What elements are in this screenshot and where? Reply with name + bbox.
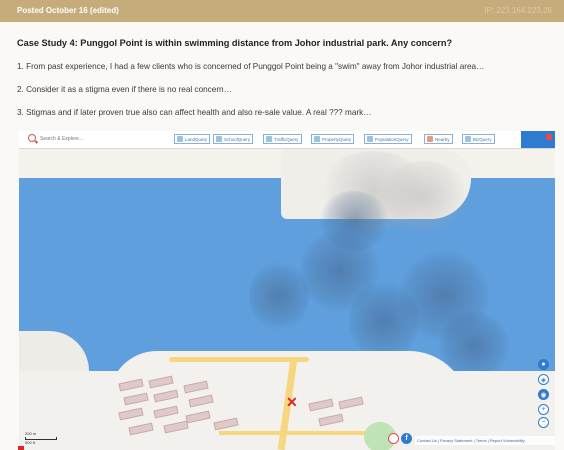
map-search[interactable] — [26, 134, 166, 145]
populationquery-button[interactable]: PopulationQuery — [364, 134, 412, 144]
zoom-out-button[interactable]: − — [538, 417, 549, 428]
post-title: Case Study 4: Punggol Point is within sw… — [17, 38, 453, 48]
compass-icon[interactable]: ◉ — [538, 389, 549, 400]
location-pin-icon[interactable]: ● — [538, 359, 549, 370]
layers-icon[interactable]: ◈ — [538, 374, 549, 385]
building-cluster — [114, 375, 264, 441]
population-icon — [367, 136, 373, 142]
nearby-button[interactable]: Nearby — [424, 134, 453, 144]
nearby-icon — [427, 136, 433, 142]
road — [169, 357, 309, 362]
post-body: Case Study 4: Punggol Point is within sw… — [17, 38, 552, 131]
land-icon — [177, 136, 183, 142]
property-icon — [314, 136, 320, 142]
search-icon — [28, 134, 36, 142]
trafficquery-button[interactable]: TrafficQuery — [263, 134, 302, 144]
propertyquery-button[interactable]: PropertyQuery — [311, 134, 355, 144]
map-attribution[interactable]: Contact Us | Privacy Statement | Terms |… — [415, 436, 555, 445]
red-indicator — [18, 446, 24, 450]
post-header-bar: Posted October 16 (edited) IP: 223.164.2… — [0, 0, 564, 22]
ip-address: IP: 223.164.223.26 — [484, 6, 552, 15]
blur-region — [379, 161, 469, 231]
location-marker[interactable]: ✕ — [286, 395, 298, 409]
facebook-icon[interactable]: f — [401, 433, 412, 444]
landquery-button[interactable]: LandQuery — [174, 134, 211, 144]
schoolquery-button[interactable]: SchoolQuery — [213, 134, 254, 144]
search-input[interactable] — [40, 134, 160, 144]
school-icon — [216, 136, 222, 142]
posted-date: Posted October 16 (edited) — [17, 6, 119, 15]
map-screenshot[interactable]: ✕ LandQuery SchoolQuery TrafficQuery Pro… — [19, 131, 555, 450]
point-3: 3. Stigmas and if later proven true also… — [17, 108, 372, 117]
close-icon[interactable] — [546, 134, 552, 140]
toolbar-panel — [521, 131, 555, 148]
bizquery-button[interactable]: BizQuery — [462, 134, 495, 144]
map-toolbar: LandQuery SchoolQuery TrafficQuery Prope… — [19, 131, 555, 149]
blur-region — [319, 191, 389, 251]
map-scale: 200 m 500 ft — [25, 431, 57, 445]
zoom-in-button[interactable]: + — [538, 404, 549, 415]
biz-icon — [465, 136, 471, 142]
share-icon[interactable] — [388, 433, 399, 444]
point-1: 1. From past experience, I had a few cli… — [17, 62, 485, 71]
traffic-icon — [266, 136, 272, 142]
point-2: 2. Consider it as a stigma even if there… — [17, 85, 232, 94]
